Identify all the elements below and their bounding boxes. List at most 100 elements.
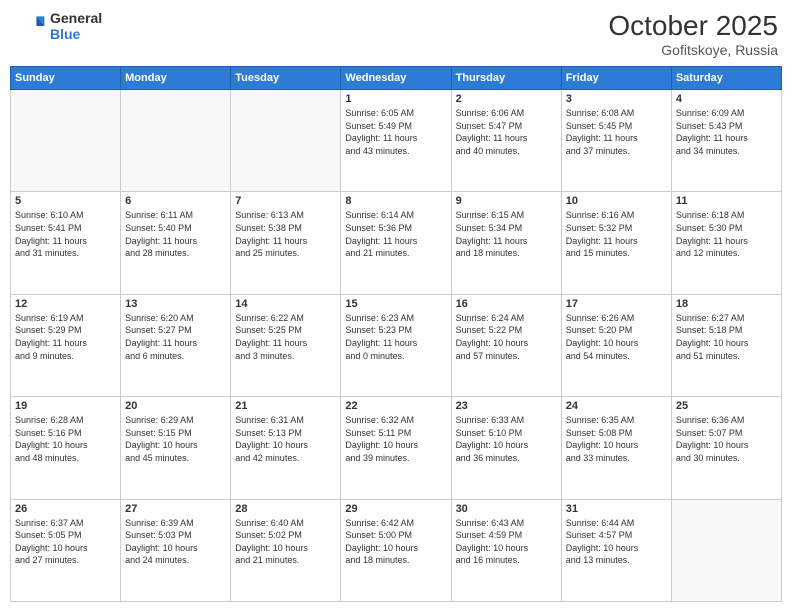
day-info: Sunrise: 6:35 AM Sunset: 5:08 PM Dayligh… <box>566 414 667 464</box>
day-number: 10 <box>566 195 667 207</box>
weekday-header: Wednesday <box>341 67 451 90</box>
day-number: 19 <box>15 400 116 412</box>
calendar-cell: 11 Sunrise: 6:18 AM Sunset: 5:30 PM Dayli… <box>671 192 781 294</box>
day-number: 25 <box>676 400 777 412</box>
day-number: 23 <box>456 400 557 412</box>
day-number: 18 <box>676 298 777 310</box>
day-number: 8 <box>345 195 446 207</box>
day-info: Sunrise: 6:09 AM Sunset: 5:43 PM Dayligh… <box>676 107 777 157</box>
day-number: 24 <box>566 400 667 412</box>
day-info: Sunrise: 6:42 AM Sunset: 5:00 PM Dayligh… <box>345 517 446 567</box>
calendar-cell <box>671 499 781 601</box>
weekday-header: Thursday <box>451 67 561 90</box>
day-number: 14 <box>235 298 336 310</box>
calendar-cell: 31 Sunrise: 6:44 AM Sunset: 4:57 PM Dayli… <box>561 499 671 601</box>
day-number: 30 <box>456 503 557 515</box>
day-info: Sunrise: 6:19 AM Sunset: 5:29 PM Dayligh… <box>15 312 116 362</box>
day-number: 17 <box>566 298 667 310</box>
day-number: 12 <box>15 298 116 310</box>
calendar-cell: 20 Sunrise: 6:29 AM Sunset: 5:15 PM Dayli… <box>121 397 231 499</box>
calendar-cell: 16Sunrise: 6:24 AM Sunset: 5:22 PM Dayli… <box>451 294 561 396</box>
day-info: Sunrise: 6:29 AM Sunset: 5:15 PM Dayligh… <box>125 414 226 464</box>
header: General Blue October 2025 Gofitskoye, Ru… <box>10 10 782 58</box>
calendar-cell: 27 Sunrise: 6:39 AM Sunset: 5:03 PM Dayli… <box>121 499 231 601</box>
day-number: 11 <box>676 195 777 207</box>
day-info: Sunrise: 6:11 AM Sunset: 5:40 PM Dayligh… <box>125 209 226 259</box>
day-number: 13 <box>125 298 226 310</box>
day-number: 20 <box>125 400 226 412</box>
calendar-cell: 29 Sunrise: 6:42 AM Sunset: 5:00 PM Dayli… <box>341 499 451 601</box>
day-info: Sunrise: 6:20 AM Sunset: 5:27 PM Dayligh… <box>125 312 226 362</box>
weekday-header: Friday <box>561 67 671 90</box>
calendar-cell: 9 Sunrise: 6:15 AM Sunset: 5:34 PM Daylig… <box>451 192 561 294</box>
calendar-cell <box>11 90 121 192</box>
calendar-cell: 8 Sunrise: 6:14 AM Sunset: 5:36 PM Daylig… <box>341 192 451 294</box>
day-number: 2 <box>456 93 557 105</box>
day-number: 22 <box>345 400 446 412</box>
day-info: Sunrise: 6:43 AM Sunset: 4:59 PM Dayligh… <box>456 517 557 567</box>
location-title: Gofitskoye, Russia <box>608 42 778 58</box>
day-number: 29 <box>345 503 446 515</box>
day-info: Sunrise: 6:13 AM Sunset: 5:38 PM Dayligh… <box>235 209 336 259</box>
calendar-cell: 26Sunrise: 6:37 AM Sunset: 5:05 PM Dayli… <box>11 499 121 601</box>
calendar-cell: 2 Sunrise: 6:06 AM Sunset: 5:47 PM Daylig… <box>451 90 561 192</box>
day-info: Sunrise: 6:15 AM Sunset: 5:34 PM Dayligh… <box>456 209 557 259</box>
day-info: Sunrise: 6:26 AM Sunset: 5:20 PM Dayligh… <box>566 312 667 362</box>
day-number: 3 <box>566 93 667 105</box>
day-number: 4 <box>676 93 777 105</box>
calendar-cell <box>231 90 341 192</box>
day-info: Sunrise: 6:05 AM Sunset: 5:49 PM Dayligh… <box>345 107 446 157</box>
calendar-week-row: 26Sunrise: 6:37 AM Sunset: 5:05 PM Dayli… <box>11 499 782 601</box>
day-info: Sunrise: 6:40 AM Sunset: 5:02 PM Dayligh… <box>235 517 336 567</box>
day-info: Sunrise: 6:31 AM Sunset: 5:13 PM Dayligh… <box>235 414 336 464</box>
day-info: Sunrise: 6:22 AM Sunset: 5:25 PM Dayligh… <box>235 312 336 362</box>
day-number: 5 <box>15 195 116 207</box>
calendar-cell: 21 Sunrise: 6:31 AM Sunset: 5:13 PM Dayli… <box>231 397 341 499</box>
day-info: Sunrise: 6:08 AM Sunset: 5:45 PM Dayligh… <box>566 107 667 157</box>
day-info: Sunrise: 6:23 AM Sunset: 5:23 PM Dayligh… <box>345 312 446 362</box>
day-info: Sunrise: 6:44 AM Sunset: 4:57 PM Dayligh… <box>566 517 667 567</box>
weekday-header: Sunday <box>11 67 121 90</box>
day-number: 28 <box>235 503 336 515</box>
calendar-cell: 7 Sunrise: 6:13 AM Sunset: 5:38 PM Daylig… <box>231 192 341 294</box>
day-number: 7 <box>235 195 336 207</box>
calendar-week-row: 5 Sunrise: 6:10 AM Sunset: 5:41 PM Daylig… <box>11 192 782 294</box>
day-number: 31 <box>566 503 667 515</box>
day-info: Sunrise: 6:39 AM Sunset: 5:03 PM Dayligh… <box>125 517 226 567</box>
calendar-cell: 5 Sunrise: 6:10 AM Sunset: 5:41 PM Daylig… <box>11 192 121 294</box>
day-info: Sunrise: 6:14 AM Sunset: 5:36 PM Dayligh… <box>345 209 446 259</box>
calendar-cell: 19Sunrise: 6:28 AM Sunset: 5:16 PM Dayli… <box>11 397 121 499</box>
day-number: 27 <box>125 503 226 515</box>
day-info: Sunrise: 6:10 AM Sunset: 5:41 PM Dayligh… <box>15 209 116 259</box>
day-info: Sunrise: 6:36 AM Sunset: 5:07 PM Dayligh… <box>676 414 777 464</box>
logo-icon <box>14 10 46 42</box>
calendar-cell: 3 Sunrise: 6:08 AM Sunset: 5:45 PM Daylig… <box>561 90 671 192</box>
day-number: 9 <box>456 195 557 207</box>
calendar-cell: 1 Sunrise: 6:05 AM Sunset: 5:49 PM Daylig… <box>341 90 451 192</box>
calendar-cell: 13 Sunrise: 6:20 AM Sunset: 5:27 PM Dayli… <box>121 294 231 396</box>
day-number: 21 <box>235 400 336 412</box>
day-number: 15 <box>345 298 446 310</box>
day-info: Sunrise: 6:33 AM Sunset: 5:10 PM Dayligh… <box>456 414 557 464</box>
calendar-cell: 18 Sunrise: 6:27 AM Sunset: 5:18 PM Dayli… <box>671 294 781 396</box>
calendar-cell: 28 Sunrise: 6:40 AM Sunset: 5:02 PM Dayli… <box>231 499 341 601</box>
calendar-week-row: 19Sunrise: 6:28 AM Sunset: 5:16 PM Dayli… <box>11 397 782 499</box>
title-block: October 2025 Gofitskoye, Russia <box>608 10 778 58</box>
calendar-week-row: 1 Sunrise: 6:05 AM Sunset: 5:49 PM Daylig… <box>11 90 782 192</box>
page: General Blue October 2025 Gofitskoye, Ru… <box>0 0 792 612</box>
day-number: 26 <box>15 503 116 515</box>
day-info: Sunrise: 6:27 AM Sunset: 5:18 PM Dayligh… <box>676 312 777 362</box>
calendar-cell: 25 Sunrise: 6:36 AM Sunset: 5:07 PM Dayli… <box>671 397 781 499</box>
day-info: Sunrise: 6:18 AM Sunset: 5:30 PM Dayligh… <box>676 209 777 259</box>
calendar-week-row: 12 Sunrise: 6:19 AM Sunset: 5:29 PM Dayli… <box>11 294 782 396</box>
weekday-header: Saturday <box>671 67 781 90</box>
day-number: 1 <box>345 93 446 105</box>
calendar-cell <box>121 90 231 192</box>
day-info: Sunrise: 6:32 AM Sunset: 5:11 PM Dayligh… <box>345 414 446 464</box>
calendar-cell: 12 Sunrise: 6:19 AM Sunset: 5:29 PM Dayli… <box>11 294 121 396</box>
day-info: Sunrise: 6:06 AM Sunset: 5:47 PM Dayligh… <box>456 107 557 157</box>
logo: General Blue <box>14 10 102 42</box>
day-number: 6 <box>125 195 226 207</box>
month-title: October 2025 <box>608 10 778 42</box>
calendar-cell: 4 Sunrise: 6:09 AM Sunset: 5:43 PM Daylig… <box>671 90 781 192</box>
